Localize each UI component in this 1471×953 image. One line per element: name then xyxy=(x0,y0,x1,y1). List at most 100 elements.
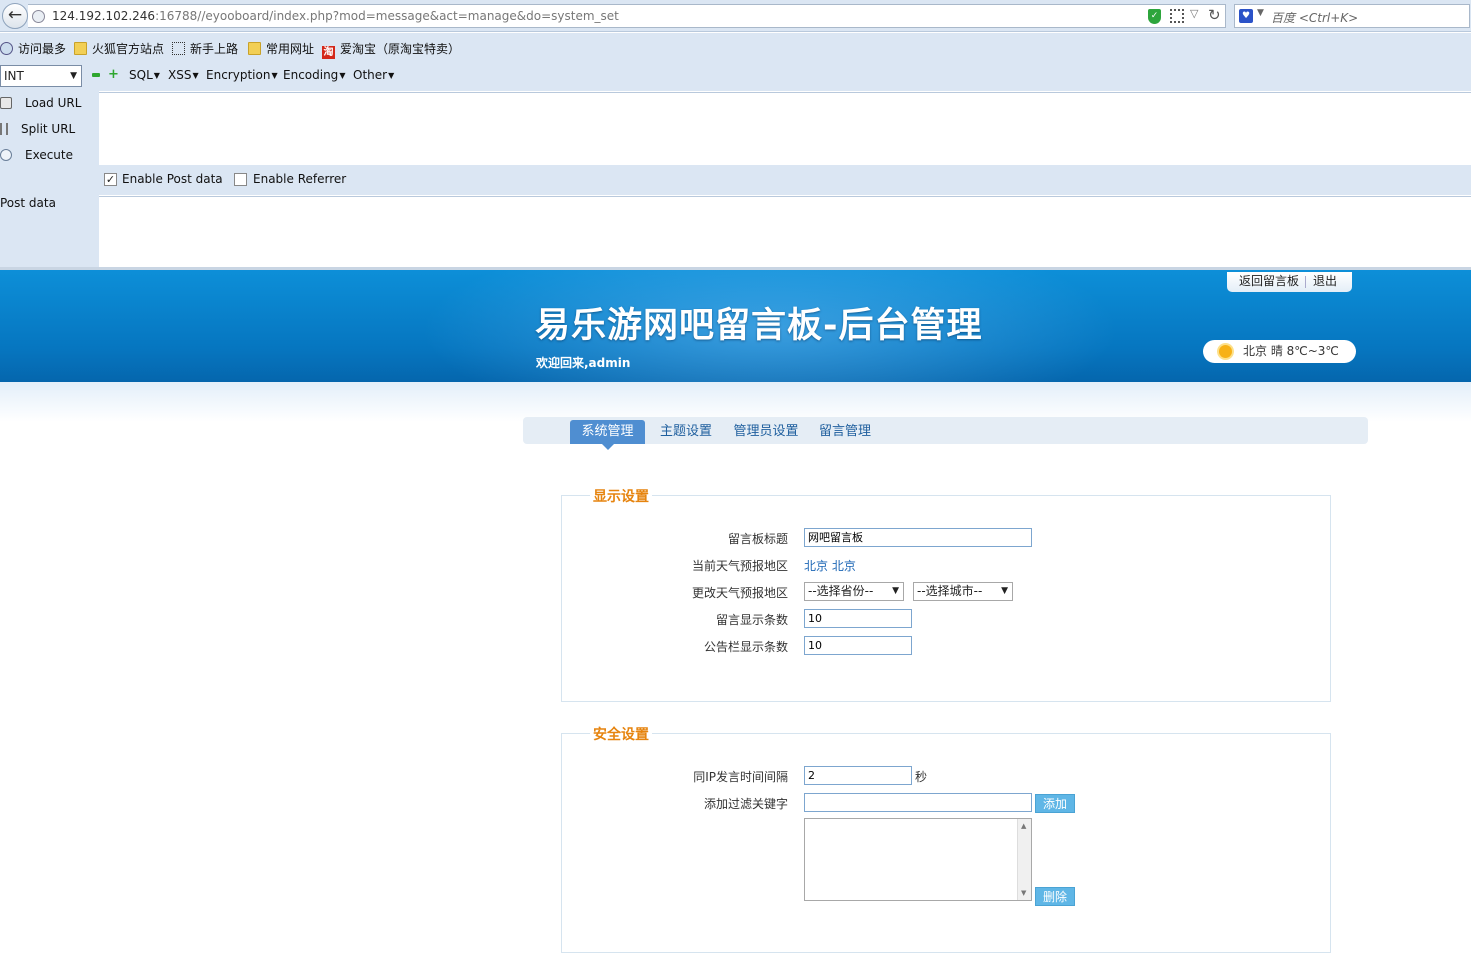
keyword-list-textarea[interactable]: ▲ ▼ xyxy=(804,818,1032,901)
bookmark-aitaobao[interactable]: 淘爱淘宝（原淘宝特卖） xyxy=(322,40,460,59)
ip-interval-input[interactable]: 2 xyxy=(804,766,912,785)
link-divider xyxy=(1305,276,1306,288)
history-dropdown-icon[interactable]: ▽ xyxy=(1190,7,1198,20)
load-url-button[interactable]: Load URL xyxy=(0,96,81,110)
tab-message-management[interactable]: 留言管理 xyxy=(815,420,875,444)
welcome-text: 欢迎回来,admin xyxy=(536,356,631,370)
enable-post-label[interactable]: Enable Post data xyxy=(122,172,223,186)
enable-referrer-checkbox[interactable] xyxy=(234,173,247,186)
dropdown-arrow-icon: ▼ xyxy=(339,71,346,80)
taobao-icon: 淘 xyxy=(322,46,335,59)
address-field[interactable]: 124.192.102.246:16788//eyooboard/index.p… xyxy=(28,4,1226,28)
delete-keyword-button[interactable]: 删除 xyxy=(1035,887,1075,906)
engine-dropdown-icon[interactable]: ▼ xyxy=(1257,8,1264,18)
site-identity-icon[interactable] xyxy=(32,10,45,23)
execute-button[interactable]: Execute xyxy=(0,148,73,162)
scissors-icon xyxy=(0,123,8,135)
province-select[interactable]: --选择省份-- ▼ xyxy=(804,582,904,601)
chevron-down-icon: ▼ xyxy=(1001,586,1008,596)
hackbar-menu-encryption[interactable]: Encryption▼ xyxy=(206,68,278,82)
search-placeholder: 百度 <Ctrl+K> xyxy=(1271,11,1359,25)
increase-icon[interactable]: + xyxy=(108,68,119,81)
address-text[interactable]: 124.192.102.246:16788//eyooboard/index.p… xyxy=(52,9,619,23)
security-settings-panel: 安全设置 同IP发言时间间隔 2 秒 添加过滤关键字 添加 ▲ ▼ 删除 xyxy=(561,724,1331,953)
load-url-label: Load URL xyxy=(25,96,82,110)
decrease-icon[interactable] xyxy=(92,73,100,77)
split-url-button[interactable]: Split URL xyxy=(0,122,75,136)
play-icon xyxy=(0,149,12,161)
logout-link[interactable]: 退出 xyxy=(1313,272,1337,291)
header-fade xyxy=(0,382,1471,422)
dropdown-arrow-icon: ▼ xyxy=(192,71,199,80)
board-title-label: 留言板标题 xyxy=(727,532,788,546)
bookmark-firefox-site[interactable]: 火狐官方站点 xyxy=(74,40,164,57)
bookmark-label: 爱淘宝（原淘宝特卖） xyxy=(340,42,461,56)
split-url-label: Split URL xyxy=(21,122,76,136)
bookmark-label: 访问最多 xyxy=(18,42,67,56)
board-title-input[interactable]: 网吧留言板 xyxy=(804,528,1032,547)
chevron-down-icon: ▼ xyxy=(892,586,899,596)
shield-icon[interactable]: ✓ xyxy=(1148,9,1161,24)
hackbar-menu-xss[interactable]: XSS▼ xyxy=(168,68,199,82)
display-settings-legend: 显示设置 xyxy=(590,486,652,506)
tab-theme-settings[interactable]: 主题设置 xyxy=(656,420,716,444)
menu-label: SQL xyxy=(129,68,153,82)
scroll-down-icon[interactable]: ▼ xyxy=(1021,889,1026,897)
baidu-icon[interactable]: ♥ xyxy=(1239,9,1253,23)
bookmark-label: 新手上路 xyxy=(190,42,239,56)
notice-count-input[interactable]: 10 xyxy=(804,636,912,655)
load-url-icon xyxy=(0,97,12,109)
hackbar-type-select[interactable]: INT ▼ xyxy=(0,65,82,87)
top-links: 返回留言板 退出 xyxy=(1227,272,1352,292)
dropdown-arrow-icon: ▼ xyxy=(388,71,395,80)
menu-label: XSS xyxy=(168,68,192,82)
menu-label: Encoding xyxy=(283,68,339,82)
hackbar-options: ✓ Enable Post data Enable Referrer xyxy=(99,165,1471,195)
page-icon xyxy=(172,42,185,55)
address-path: :16788//eyooboard/index.php?mod=message&… xyxy=(155,9,619,23)
tab-system-management[interactable]: 系统管理 xyxy=(570,420,645,444)
scroll-up-icon[interactable]: ▲ xyxy=(1021,822,1026,830)
current-region-value: 北京 北京 xyxy=(804,559,856,573)
back-button[interactable]: ← xyxy=(2,3,28,29)
filter-keyword-input[interactable] xyxy=(804,793,1032,812)
chevron-down-icon: ▼ xyxy=(70,71,77,81)
active-tab-pointer xyxy=(602,444,614,450)
sunny-icon xyxy=(1219,345,1232,358)
weather-text: 北京 晴 8℃~3℃ xyxy=(1243,344,1339,358)
hackbar-menu-other[interactable]: Other▼ xyxy=(353,68,394,82)
message-count-label: 留言显示条数 xyxy=(715,613,788,627)
message-count-input[interactable]: 10 xyxy=(804,609,912,628)
keyword-list-scrollbar[interactable]: ▲ ▼ xyxy=(1017,819,1031,900)
qr-code-icon[interactable] xyxy=(1170,9,1184,23)
bookmark-most-visited[interactable]: 访问最多 xyxy=(0,40,66,57)
add-keyword-button[interactable]: 添加 xyxy=(1035,794,1075,813)
menu-label: Other xyxy=(353,68,388,82)
post-data-textarea[interactable] xyxy=(99,196,1471,267)
bookmark-label: 常用网址 xyxy=(266,42,315,56)
hackbar-toolbar: INT ▼ + SQL▼ XSS▼ Encryption▼ Encoding▼ O… xyxy=(0,63,1471,91)
hackbar-menu-sql[interactable]: SQL▼ xyxy=(129,68,160,82)
dropdown-arrow-icon: ▼ xyxy=(153,71,160,80)
hackbar-actions: Load URL Split URL Execute xyxy=(0,91,99,267)
reload-icon[interactable]: ↻ xyxy=(1208,6,1221,24)
hackbar-url-textarea[interactable] xyxy=(99,92,1471,164)
enable-referrer-label[interactable]: Enable Referrer xyxy=(253,172,346,186)
bookmark-getting-started[interactable]: 新手上路 xyxy=(172,40,238,57)
browser-url-bar: ← 124.192.102.246:16788//eyooboard/index… xyxy=(0,0,1471,32)
change-region-label: 更改天气预报地区 xyxy=(691,586,788,600)
display-settings-panel: 显示设置 留言板标题 网吧留言板 当前天气预报地区 北京 北京 更改天气预报地区… xyxy=(561,486,1331,702)
back-to-board-link[interactable]: 返回留言板 xyxy=(1239,272,1299,291)
bookmarks-toolbar: 访问最多 火狐官方站点 新手上路 常用网址 淘爱淘宝（原淘宝特卖） xyxy=(0,33,1471,63)
city-select[interactable]: --选择城市-- ▼ xyxy=(913,582,1013,601)
hackbar-menu-encoding[interactable]: Encoding▼ xyxy=(283,68,345,82)
weather-widget: 北京 晴 8℃~3℃ xyxy=(1203,340,1356,363)
bookmark-common-sites[interactable]: 常用网址 xyxy=(248,40,314,57)
bookmark-star-icon xyxy=(0,42,13,55)
admin-tab-bar: 系统管理 主题设置 管理员设置 留言管理 xyxy=(523,417,1368,444)
tab-admin-settings[interactable]: 管理员设置 xyxy=(730,420,802,444)
search-field[interactable]: ♥ ▼ 百度 <Ctrl+K> xyxy=(1234,4,1470,28)
address-host: 124.192.102.246 xyxy=(52,9,156,23)
enable-post-checkbox[interactable]: ✓ xyxy=(104,173,117,186)
folder-icon xyxy=(74,42,87,55)
